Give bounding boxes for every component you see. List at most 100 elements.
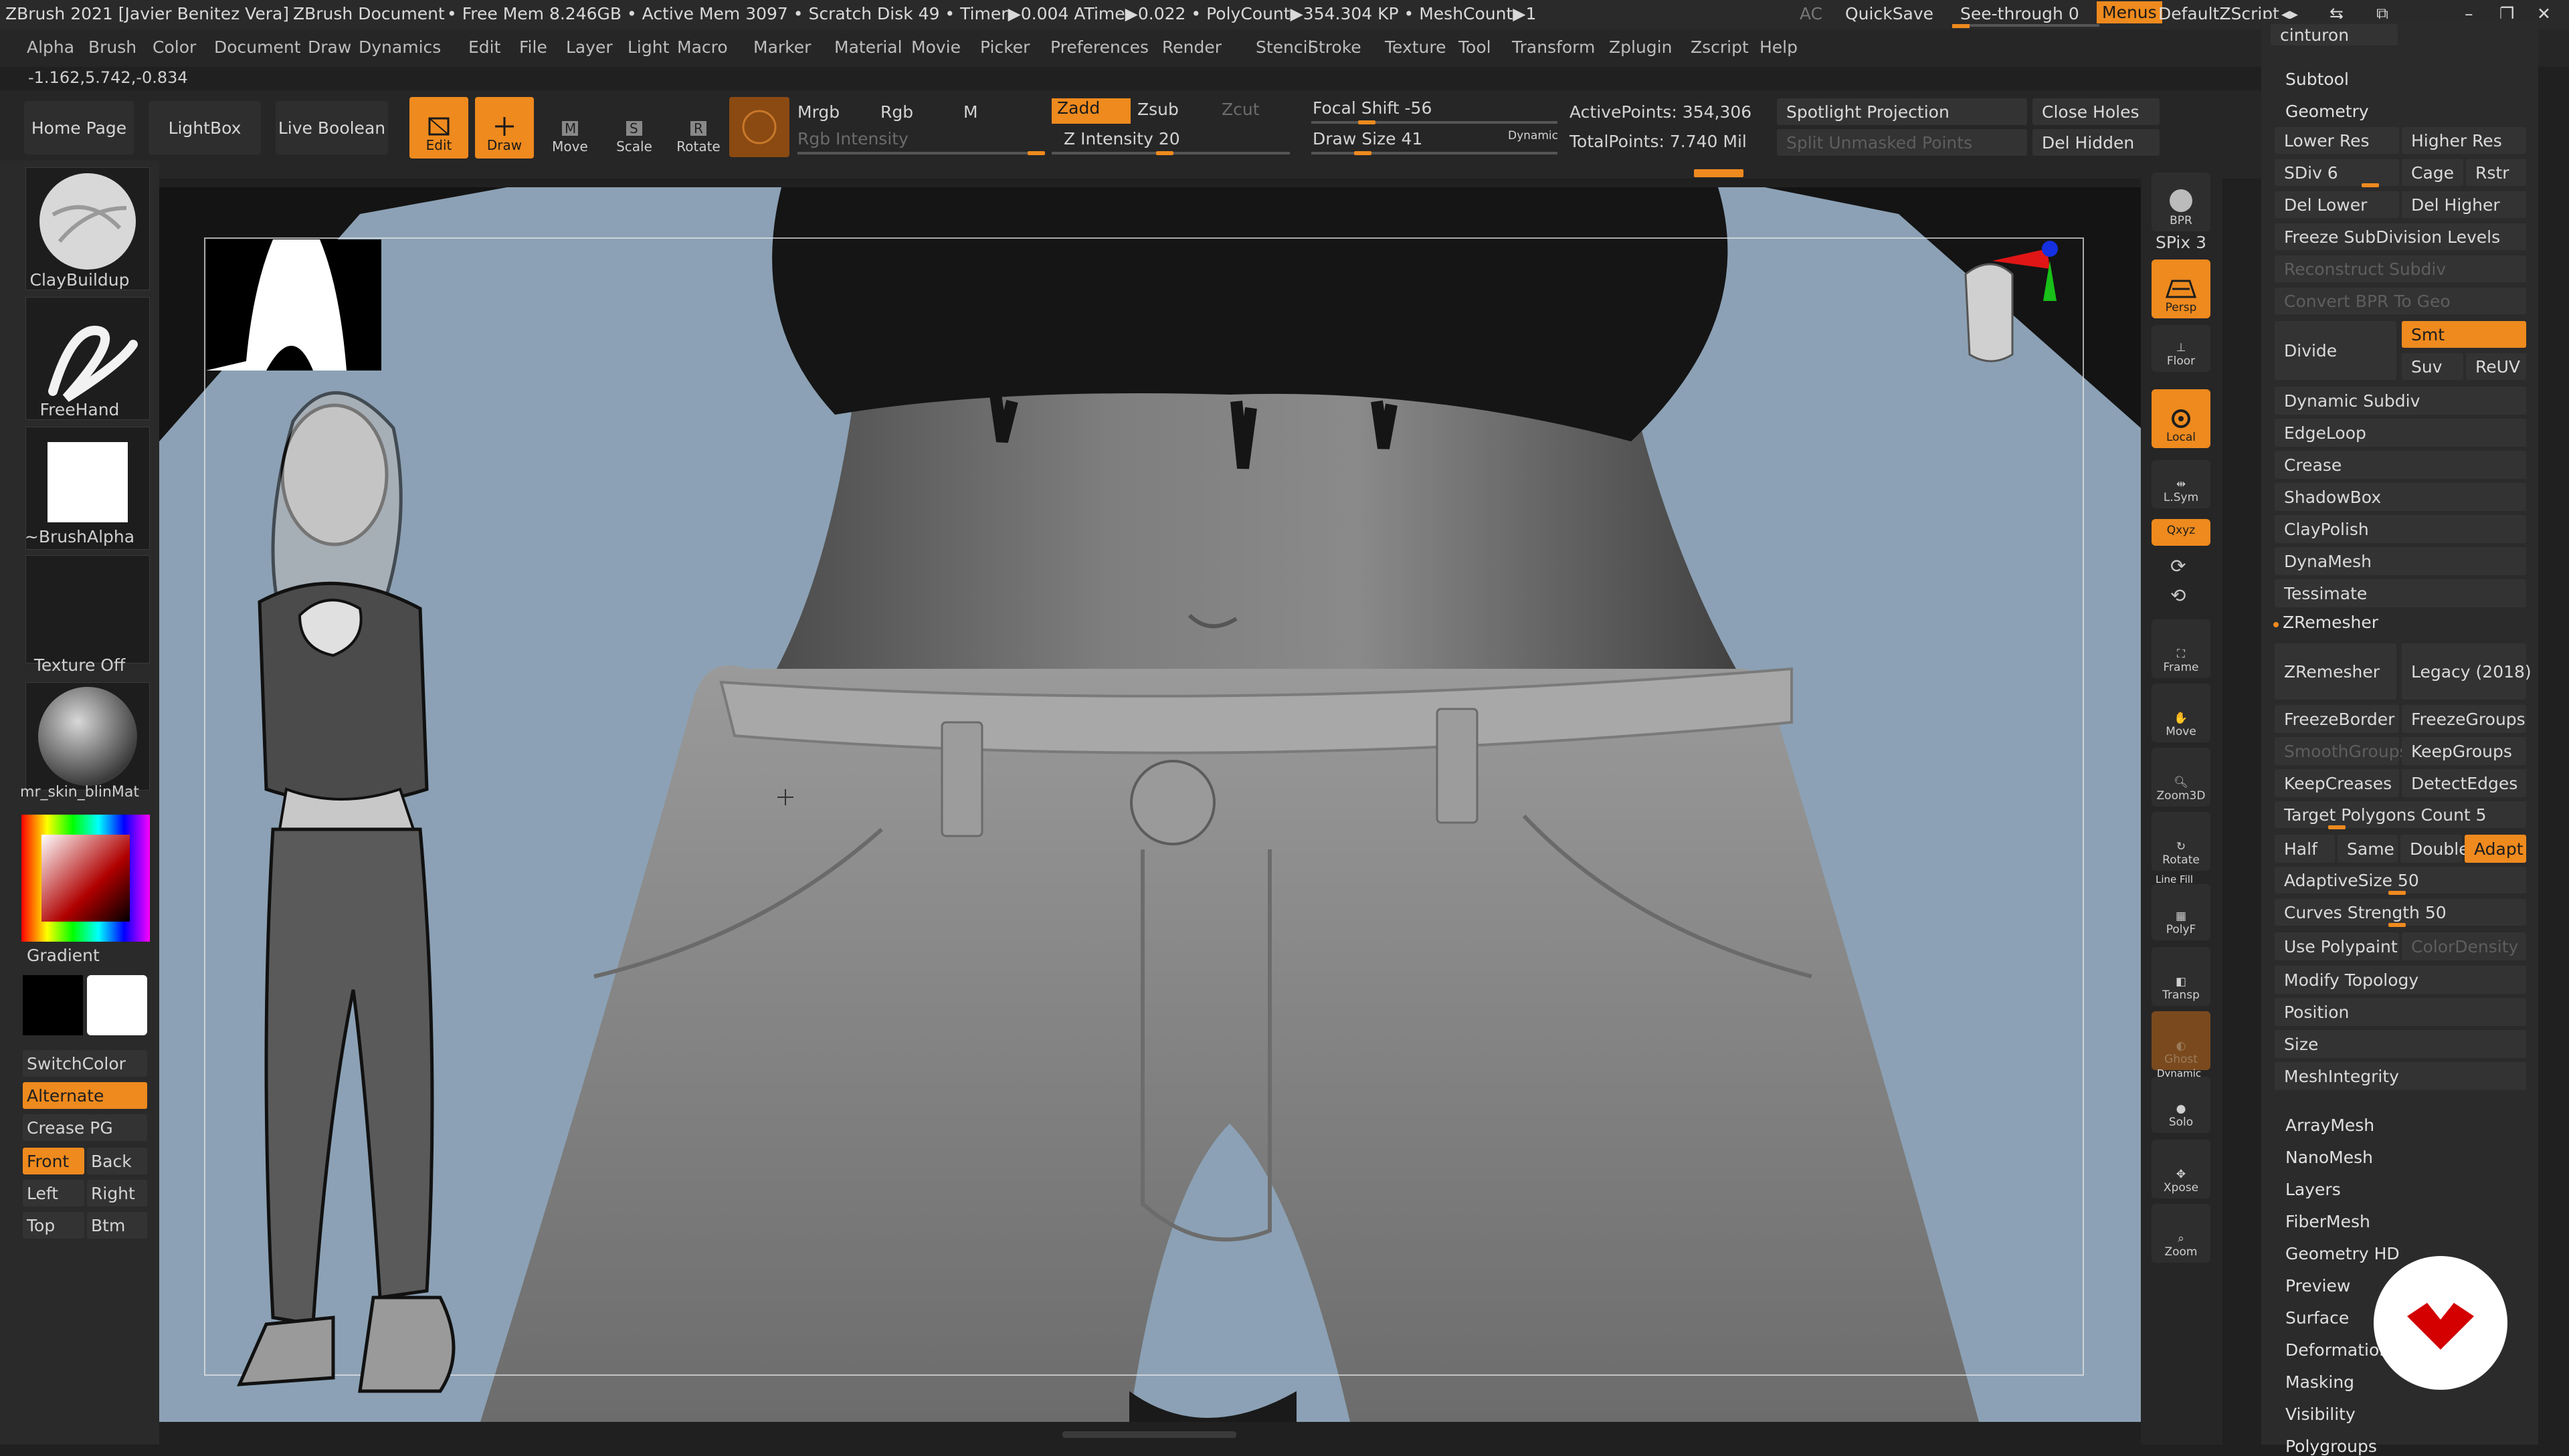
dynamic-toggle[interactable]: Dynamic bbox=[1508, 129, 1558, 142]
smoothgroups-slider[interactable]: SmoothGroups bbox=[2275, 737, 2408, 765]
del-higher-button[interactable]: Del Higher bbox=[2402, 191, 2526, 218]
menu-texture[interactable]: Texture bbox=[1385, 37, 1446, 57]
reuv-toggle[interactable]: ReUV bbox=[2466, 353, 2526, 380]
rotate-axis-icon[interactable]: ⟳ bbox=[2170, 555, 2186, 577]
menu-draw[interactable]: Draw bbox=[308, 37, 351, 57]
menu-brush[interactable]: Brush bbox=[88, 37, 136, 57]
zremesher-button[interactable]: ZRemesher bbox=[2275, 643, 2396, 700]
menu-layer[interactable]: Layer bbox=[566, 37, 613, 57]
menu-zscript[interactable]: Zscript bbox=[1691, 37, 1749, 57]
texture-thumbnail[interactable] bbox=[25, 555, 150, 663]
suv-toggle[interactable]: Suv bbox=[2402, 353, 2463, 380]
sculpt-viewport[interactable] bbox=[159, 187, 2141, 1422]
subtool-cinturon[interactable]: cinturon bbox=[2271, 24, 2398, 45]
adaptivesize-slider[interactable]: AdaptiveSize 50 bbox=[2275, 867, 2526, 894]
move-mode-button[interactable]: M Move bbox=[541, 97, 599, 159]
section-visibility[interactable]: Visibility bbox=[2285, 1405, 2356, 1424]
right-view-button[interactable]: Right bbox=[87, 1180, 147, 1207]
dynamic-subdiv-section[interactable]: Dynamic Subdiv bbox=[2275, 387, 2526, 415]
material-swatch[interactable] bbox=[729, 97, 789, 157]
del-hidden-button[interactable]: Del Hidden bbox=[2032, 129, 2160, 156]
same-button[interactable]: Same bbox=[2338, 835, 2398, 863]
local-button[interactable]: Local bbox=[2152, 389, 2210, 448]
reconstruct-subdiv-button[interactable]: Reconstruct Subdiv bbox=[2275, 255, 2526, 282]
persp-button[interactable]: Persp bbox=[2152, 259, 2210, 318]
rgb-intensity-slider[interactable]: Rgb Intensity bbox=[797, 129, 909, 148]
bottom-shelf-handle[interactable] bbox=[1062, 1431, 1236, 1438]
menu-dynamics[interactable]: Dynamics bbox=[359, 37, 441, 57]
top-view-button[interactable]: Top bbox=[23, 1212, 84, 1239]
modify-topology-section[interactable]: Modify Topology bbox=[2275, 966, 2526, 994]
legacy-2018-toggle[interactable]: Legacy (2018) bbox=[2402, 643, 2532, 700]
document-canvas[interactable] bbox=[159, 187, 2141, 1422]
section-preview[interactable]: Preview bbox=[2285, 1276, 2350, 1295]
material-thumbnail[interactable] bbox=[25, 682, 150, 791]
move-view-button[interactable]: ✋ Move bbox=[2152, 684, 2210, 742]
transp-button[interactable]: ◧ Transp bbox=[2152, 947, 2210, 1006]
del-lower-button[interactable]: Del Lower bbox=[2275, 191, 2399, 218]
zcut-toggle[interactable]: Zcut bbox=[1222, 100, 1260, 119]
draw-size-slider[interactable]: Draw Size 41 bbox=[1313, 129, 1422, 148]
dynamesh-section[interactable]: DynaMesh bbox=[2275, 547, 2526, 575]
draw-mode-button[interactable]: Draw bbox=[475, 97, 534, 159]
color-picker[interactable] bbox=[21, 815, 150, 942]
zoom3d-button[interactable]: 🔍︎ Zoom3D bbox=[2152, 748, 2210, 807]
rgb-toggle[interactable]: Rgb bbox=[880, 102, 913, 122]
section-arraymesh[interactable]: ArrayMesh bbox=[2285, 1116, 2374, 1135]
back-view-button[interactable]: Back bbox=[87, 1148, 147, 1174]
menu-document[interactable]: Document bbox=[214, 37, 301, 57]
target-polygons-slider[interactable]: Target Polygons Count 5 bbox=[2275, 801, 2526, 828]
zsub-toggle[interactable]: Zsub bbox=[1137, 100, 1179, 119]
polyf-button[interactable]: ▦ PolyF bbox=[2152, 884, 2210, 940]
section-masking[interactable]: Masking bbox=[2285, 1372, 2354, 1392]
mrgb-toggle[interactable]: Mrgb bbox=[797, 102, 840, 122]
shadowbox-section[interactable]: ShadowBox bbox=[2275, 483, 2526, 511]
menu-stroke[interactable]: Stroke bbox=[1308, 37, 1361, 57]
double-button[interactable]: Double bbox=[2400, 835, 2469, 863]
claypolish-section[interactable]: ClayPolish bbox=[2275, 515, 2526, 543]
frame-button[interactable]: ⛶ Frame bbox=[2152, 619, 2210, 678]
spotlight-projection-button[interactable]: Spotlight Projection bbox=[1777, 98, 2027, 125]
subtool-header[interactable]: Subtool bbox=[2285, 70, 2349, 89]
menu-stencil[interactable]: Stencil bbox=[1256, 37, 1313, 57]
sdiv-slider[interactable]: SDiv 6 bbox=[2275, 159, 2399, 186]
focal-shift-slider[interactable]: Focal Shift -56 bbox=[1313, 98, 1432, 118]
adapt-toggle[interactable]: Adapt bbox=[2465, 835, 2526, 863]
menu-render[interactable]: Render bbox=[1162, 37, 1222, 57]
scale-mode-button[interactable]: S Scale bbox=[605, 97, 664, 159]
floor-button[interactable]: ⊥ Floor bbox=[2152, 325, 2210, 372]
divide-button[interactable]: Divide bbox=[2275, 321, 2396, 380]
menu-edit[interactable]: Edit bbox=[468, 37, 500, 57]
z-intensity-slider[interactable]: Z Intensity 20 bbox=[1064, 129, 1180, 148]
color-square[interactable] bbox=[41, 835, 130, 922]
edgeloop-section[interactable]: EdgeLoop bbox=[2275, 419, 2526, 447]
use-polypaint-toggle[interactable]: Use Polypaint bbox=[2275, 932, 2399, 960]
split-unmasked-button[interactable]: Split Unmasked Points bbox=[1777, 129, 2027, 156]
xpose-button[interactable]: ✥ Xpose bbox=[2152, 1140, 2210, 1199]
menu-picker[interactable]: Picker bbox=[980, 37, 1030, 57]
zadd-toggle[interactable]: Zadd bbox=[1052, 98, 1131, 124]
switchcolor-button[interactable]: SwitchColor bbox=[23, 1050, 147, 1077]
meshintegrity-section[interactable]: MeshIntegrity bbox=[2275, 1062, 2526, 1090]
freezegroups-toggle[interactable]: FreezeGroups bbox=[2402, 705, 2526, 733]
convert-bpr-button[interactable]: Convert BPR To Geo bbox=[2275, 288, 2526, 314]
alternate-button[interactable]: Alternate bbox=[23, 1082, 147, 1109]
freezeborder-toggle[interactable]: FreezeBorder bbox=[2275, 705, 2399, 733]
main-color-swatch[interactable] bbox=[23, 975, 83, 1035]
seethrough-slider[interactable]: See-through 0 bbox=[1960, 4, 2079, 23]
menu-movie[interactable]: Movie bbox=[911, 37, 961, 57]
position-section[interactable]: Position bbox=[2275, 998, 2526, 1026]
xyz-symmetry-button[interactable]: Qxyz bbox=[2152, 519, 2210, 546]
menu-tool[interactable]: Tool bbox=[1458, 37, 1491, 57]
crease-pg-button[interactable]: Crease PG bbox=[23, 1114, 147, 1141]
menu-light[interactable]: Light bbox=[628, 37, 669, 57]
section-layers[interactable]: Layers bbox=[2285, 1180, 2341, 1199]
section-nanomesh[interactable]: NanoMesh bbox=[2285, 1148, 2373, 1167]
lower-res-button[interactable]: Lower Res bbox=[2275, 127, 2399, 154]
menu-color[interactable]: Color bbox=[153, 37, 196, 57]
edit-mode-button[interactable]: Edit bbox=[409, 97, 468, 159]
section-fibermesh[interactable]: FiberMesh bbox=[2285, 1212, 2370, 1231]
menus-toggle[interactable]: Menus bbox=[2097, 1, 2162, 23]
rotate-view-button[interactable]: ↻ Rotate bbox=[2152, 812, 2210, 871]
section-surface[interactable]: Surface bbox=[2285, 1308, 2349, 1328]
